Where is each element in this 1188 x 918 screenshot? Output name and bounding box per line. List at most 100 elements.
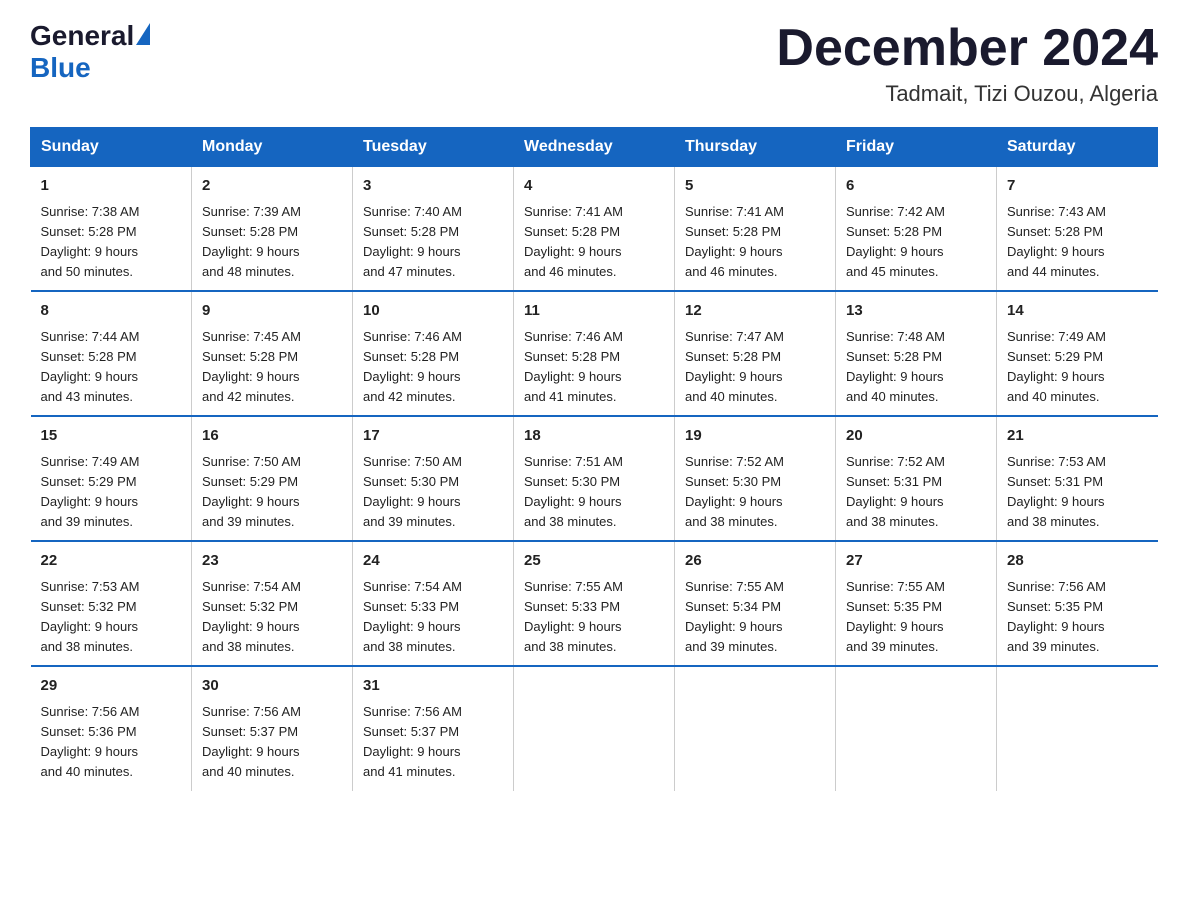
calendar-cell xyxy=(514,666,675,790)
weekday-header-sunday: Sunday xyxy=(31,128,192,167)
day-number: 19 xyxy=(685,425,825,448)
page-header: General Blue December 2024 Tadmait, Tizi… xyxy=(30,20,1158,107)
title-section: December 2024 Tadmait, Tizi Ouzou, Alger… xyxy=(776,20,1158,107)
day-info: Sunrise: 7:54 AMSunset: 5:33 PMDaylight:… xyxy=(363,577,503,658)
calendar-cell: 26Sunrise: 7:55 AMSunset: 5:34 PMDayligh… xyxy=(675,541,836,666)
week-row-3: 15 Sunrise: 7:49 AMSunset: 5:29 PMDayligh… xyxy=(31,416,1158,541)
calendar-cell: 5 Sunrise: 7:41 AMSunset: 5:28 PMDaylight… xyxy=(675,167,836,292)
day-info: Sunrise: 7:43 AMSunset: 5:28 PMDaylight:… xyxy=(1007,202,1148,283)
day-number: 12 xyxy=(685,300,825,323)
day-info: Sunrise: 7:38 AMSunset: 5:28 PMDaylight:… xyxy=(41,202,182,283)
day-number: 26 xyxy=(685,550,825,573)
day-number: 21 xyxy=(1007,425,1148,448)
day-info: Sunrise: 7:56 AMSunset: 5:37 PMDaylight:… xyxy=(202,702,342,783)
weekday-header-monday: Monday xyxy=(192,128,353,167)
weekday-header-tuesday: Tuesday xyxy=(353,128,514,167)
day-info: Sunrise: 7:39 AMSunset: 5:28 PMDaylight:… xyxy=(202,202,342,283)
day-number: 11 xyxy=(524,300,664,323)
day-number: 31 xyxy=(363,675,503,698)
calendar-cell: 16 Sunrise: 7:50 AMSunset: 5:29 PMDayligh… xyxy=(192,416,353,541)
day-info: Sunrise: 7:41 AMSunset: 5:28 PMDaylight:… xyxy=(524,202,664,283)
weekday-header-thursday: Thursday xyxy=(675,128,836,167)
day-info: Sunrise: 7:50 AMSunset: 5:30 PMDaylight:… xyxy=(363,452,503,533)
calendar-cell: 6 Sunrise: 7:42 AMSunset: 5:28 PMDaylight… xyxy=(836,167,997,292)
day-number: 22 xyxy=(41,550,182,573)
day-number: 15 xyxy=(41,425,182,448)
calendar-cell: 8Sunrise: 7:44 AMSunset: 5:28 PMDaylight… xyxy=(31,291,192,416)
day-number: 9 xyxy=(202,300,342,323)
day-info: Sunrise: 7:42 AMSunset: 5:28 PMDaylight:… xyxy=(846,202,986,283)
day-number: 1 xyxy=(41,175,182,198)
calendar-cell: 30Sunrise: 7:56 AMSunset: 5:37 PMDayligh… xyxy=(192,666,353,790)
calendar-cell: 13 Sunrise: 7:48 AMSunset: 5:28 PMDayligh… xyxy=(836,291,997,416)
week-row-1: 1 Sunrise: 7:38 AMSunset: 5:28 PMDaylight… xyxy=(31,167,1158,292)
day-info: Sunrise: 7:55 AMSunset: 5:33 PMDaylight:… xyxy=(524,577,664,658)
day-number: 7 xyxy=(1007,175,1148,198)
day-info: Sunrise: 7:56 AMSunset: 5:35 PMDaylight:… xyxy=(1007,577,1148,658)
logo-triangle-icon xyxy=(136,23,150,45)
calendar-cell: 1 Sunrise: 7:38 AMSunset: 5:28 PMDaylight… xyxy=(31,167,192,292)
day-info: Sunrise: 7:46 AMSunset: 5:28 PMDaylight:… xyxy=(524,327,664,408)
calendar-cell: 11 Sunrise: 7:46 AMSunset: 5:28 PMDayligh… xyxy=(514,291,675,416)
calendar-cell: 7 Sunrise: 7:43 AMSunset: 5:28 PMDaylight… xyxy=(997,167,1158,292)
day-number: 6 xyxy=(846,175,986,198)
weekday-header-saturday: Saturday xyxy=(997,128,1158,167)
calendar-cell: 31 Sunrise: 7:56 AMSunset: 5:37 PMDayligh… xyxy=(353,666,514,790)
day-number: 24 xyxy=(363,550,503,573)
day-info: Sunrise: 7:46 AMSunset: 5:28 PMDaylight:… xyxy=(363,327,503,408)
logo-general: General xyxy=(30,20,134,52)
day-info: Sunrise: 7:47 AMSunset: 5:28 PMDaylight:… xyxy=(685,327,825,408)
day-number: 29 xyxy=(41,675,182,698)
day-number: 28 xyxy=(1007,550,1148,573)
month-title: December 2024 xyxy=(776,20,1158,77)
week-row-2: 8Sunrise: 7:44 AMSunset: 5:28 PMDaylight… xyxy=(31,291,1158,416)
day-info: Sunrise: 7:49 AMSunset: 5:29 PMDaylight:… xyxy=(1007,327,1148,408)
logo: General Blue xyxy=(30,20,150,84)
calendar-cell: 20Sunrise: 7:52 AMSunset: 5:31 PMDayligh… xyxy=(836,416,997,541)
day-info: Sunrise: 7:53 AMSunset: 5:32 PMDaylight:… xyxy=(41,577,182,658)
day-info: Sunrise: 7:56 AMSunset: 5:37 PMDaylight:… xyxy=(363,702,503,783)
day-number: 18 xyxy=(524,425,664,448)
calendar-cell: 28 Sunrise: 7:56 AMSunset: 5:35 PMDayligh… xyxy=(997,541,1158,666)
week-row-4: 22 Sunrise: 7:53 AMSunset: 5:32 PMDayligh… xyxy=(31,541,1158,666)
day-info: Sunrise: 7:48 AMSunset: 5:28 PMDaylight:… xyxy=(846,327,986,408)
calendar-cell: 9 Sunrise: 7:45 AMSunset: 5:28 PMDaylight… xyxy=(192,291,353,416)
calendar-cell: 21Sunrise: 7:53 AMSunset: 5:31 PMDayligh… xyxy=(997,416,1158,541)
calendar-cell: 4Sunrise: 7:41 AMSunset: 5:28 PMDaylight… xyxy=(514,167,675,292)
day-info: Sunrise: 7:50 AMSunset: 5:29 PMDaylight:… xyxy=(202,452,342,533)
calendar-cell: 29 Sunrise: 7:56 AMSunset: 5:36 PMDayligh… xyxy=(31,666,192,790)
calendar-cell: 25 Sunrise: 7:55 AMSunset: 5:33 PMDayligh… xyxy=(514,541,675,666)
weekday-header-row: SundayMondayTuesdayWednesdayThursdayFrid… xyxy=(31,128,1158,167)
calendar-cell: 24 Sunrise: 7:54 AMSunset: 5:33 PMDayligh… xyxy=(353,541,514,666)
calendar-cell: 17 Sunrise: 7:50 AMSunset: 5:30 PMDayligh… xyxy=(353,416,514,541)
day-number: 23 xyxy=(202,550,342,573)
day-info: Sunrise: 7:52 AMSunset: 5:30 PMDaylight:… xyxy=(685,452,825,533)
weekday-header-wednesday: Wednesday xyxy=(514,128,675,167)
day-info: Sunrise: 7:41 AMSunset: 5:28 PMDaylight:… xyxy=(685,202,825,283)
day-info: Sunrise: 7:56 AMSunset: 5:36 PMDaylight:… xyxy=(41,702,182,783)
location-title: Tadmait, Tizi Ouzou, Algeria xyxy=(776,81,1158,107)
day-number: 17 xyxy=(363,425,503,448)
day-info: Sunrise: 7:45 AMSunset: 5:28 PMDaylight:… xyxy=(202,327,342,408)
calendar-cell xyxy=(997,666,1158,790)
calendar-cell: 3Sunrise: 7:40 AMSunset: 5:28 PMDaylight… xyxy=(353,167,514,292)
day-number: 14 xyxy=(1007,300,1148,323)
weekday-header-friday: Friday xyxy=(836,128,997,167)
day-number: 25 xyxy=(524,550,664,573)
day-number: 3 xyxy=(363,175,503,198)
day-number: 8 xyxy=(41,300,182,323)
day-number: 16 xyxy=(202,425,342,448)
day-number: 5 xyxy=(685,175,825,198)
day-number: 20 xyxy=(846,425,986,448)
calendar-cell: 19 Sunrise: 7:52 AMSunset: 5:30 PMDayligh… xyxy=(675,416,836,541)
day-info: Sunrise: 7:49 AMSunset: 5:29 PMDaylight:… xyxy=(41,452,182,533)
calendar-cell: 10Sunrise: 7:46 AMSunset: 5:28 PMDayligh… xyxy=(353,291,514,416)
calendar-table: SundayMondayTuesdayWednesdayThursdayFrid… xyxy=(30,127,1158,790)
calendar-cell xyxy=(836,666,997,790)
calendar-cell: 15 Sunrise: 7:49 AMSunset: 5:29 PMDayligh… xyxy=(31,416,192,541)
calendar-cell: 22 Sunrise: 7:53 AMSunset: 5:32 PMDayligh… xyxy=(31,541,192,666)
day-number: 13 xyxy=(846,300,986,323)
calendar-cell: 23Sunrise: 7:54 AMSunset: 5:32 PMDayligh… xyxy=(192,541,353,666)
calendar-cell: 12 Sunrise: 7:47 AMSunset: 5:28 PMDayligh… xyxy=(675,291,836,416)
calendar-cell: 14 Sunrise: 7:49 AMSunset: 5:29 PMDayligh… xyxy=(997,291,1158,416)
